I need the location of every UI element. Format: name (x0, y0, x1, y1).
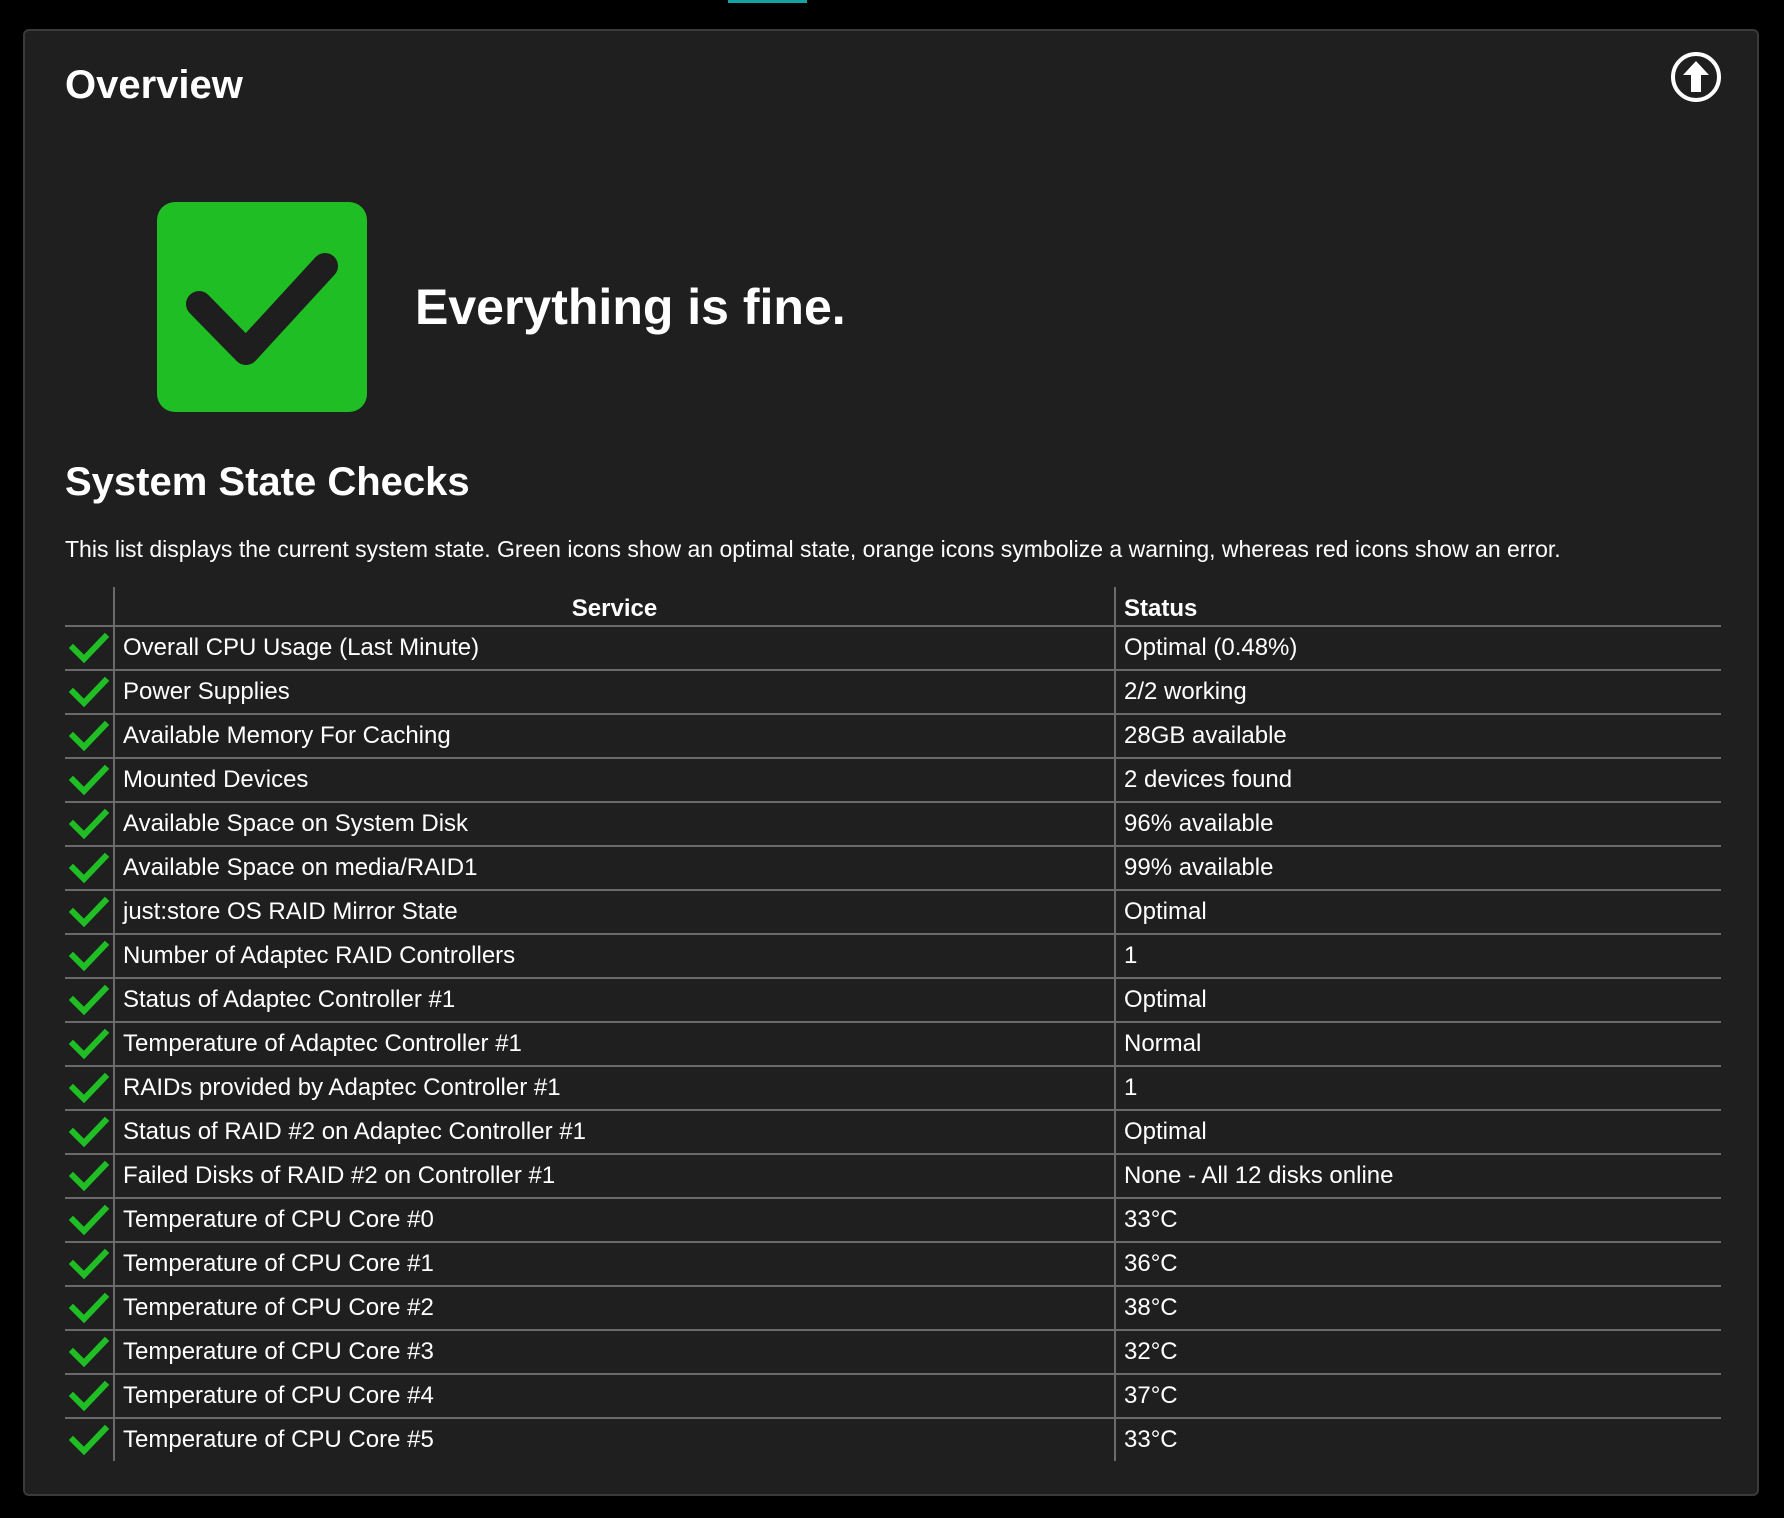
status-column-header: Status (1114, 587, 1721, 627)
status-check-icon (65, 714, 114, 759)
table-header-row: Service Status (65, 587, 1721, 627)
service-cell: Power Supplies (113, 670, 1115, 715)
status-check-icon (65, 1154, 114, 1199)
status-check-icon (65, 934, 114, 979)
table-row: just:store OS RAID Mirror State Optimal (65, 890, 1721, 935)
service-cell: Number of Adaptec RAID Controllers (113, 934, 1115, 979)
table-row: Temperature of CPU Core #5 33°C (65, 1418, 1721, 1461)
service-cell: Available Memory For Caching (113, 714, 1115, 759)
table-row: Available Memory For Caching 28GB availab… (65, 714, 1721, 759)
panel-title: Overview (65, 63, 243, 107)
status-check-icon (65, 1418, 114, 1461)
table-row: Failed Disks of RAID #2 on Controller #1… (65, 1154, 1721, 1199)
service-cell: Temperature of CPU Core #4 (113, 1374, 1115, 1419)
status-check-icon (65, 890, 114, 935)
section-description: This list displays the current system st… (65, 536, 1561, 562)
service-cell: Available Space on media/RAID1 (113, 846, 1115, 891)
state-checkmark-icon (157, 202, 367, 412)
status-check-icon (65, 1330, 114, 1375)
table-row: Status of Adaptec Controller #1 Optimal (65, 978, 1721, 1023)
top-tab-indicator (728, 0, 807, 3)
table-body: Overall CPU Usage (Last Minute) Optimal (… (65, 626, 1721, 1461)
status-cell: Optimal (1114, 1110, 1721, 1155)
table-row: Temperature of Adaptec Controller #1 Norm… (65, 1022, 1721, 1067)
status-check-icon (65, 1110, 114, 1155)
service-cell: Temperature of CPU Core #2 (113, 1286, 1115, 1331)
arrow-up-circle-icon[interactable] (1670, 51, 1722, 103)
service-cell: Failed Disks of RAID #2 on Controller #1 (113, 1154, 1115, 1199)
table-row: Available Space on media/RAID1 99% availa… (65, 846, 1721, 891)
status-cell: Optimal (1114, 890, 1721, 935)
table-row: RAIDs provided by Adaptec Controller #1 1 (65, 1066, 1721, 1111)
service-cell: Temperature of Adaptec Controller #1 (113, 1022, 1115, 1067)
table-row: Temperature of CPU Core #2 38°C (65, 1286, 1721, 1331)
table-row: Power Supplies 2/2 working (65, 670, 1721, 715)
status-cell: None - All 12 disks online (1114, 1154, 1721, 1199)
service-cell: just:store OS RAID Mirror State (113, 890, 1115, 935)
status-cell: 1 (1114, 934, 1721, 979)
table-row: Temperature of CPU Core #4 37°C (65, 1374, 1721, 1419)
service-cell: Temperature of CPU Core #0 (113, 1198, 1115, 1243)
status-check-icon (65, 670, 114, 715)
status-cell: 36°C (1114, 1242, 1721, 1287)
service-cell: Status of RAID #2 on Adaptec Controller … (113, 1110, 1115, 1155)
status-cell: 33°C (1114, 1198, 1721, 1243)
status-cell: Optimal (1114, 978, 1721, 1023)
table-row: Mounted Devices 2 devices found (65, 758, 1721, 803)
status-cell: 96% available (1114, 802, 1721, 847)
status-cell: 99% available (1114, 846, 1721, 891)
service-cell: Temperature of CPU Core #3 (113, 1330, 1115, 1375)
service-cell: Available Space on System Disk (113, 802, 1115, 847)
service-cell: Temperature of CPU Core #1 (113, 1242, 1115, 1287)
status-cell: 38°C (1114, 1286, 1721, 1331)
status-check-icon (65, 802, 114, 847)
status-check-icon (65, 846, 114, 891)
status-check-icon (65, 1198, 114, 1243)
status-cell: Optimal (0.48%) (1114, 626, 1721, 671)
status-check-icon (65, 1066, 114, 1111)
table-row: Available Space on System Disk 96% availa… (65, 802, 1721, 847)
status-check-icon (65, 626, 114, 671)
service-cell: RAIDs provided by Adaptec Controller #1 (113, 1066, 1115, 1111)
status-check-icon (65, 1022, 114, 1067)
status-cell: 2 devices found (1114, 758, 1721, 803)
table-row: Temperature of CPU Core #0 33°C (65, 1198, 1721, 1243)
table-row: Overall CPU Usage (Last Minute) Optimal (… (65, 626, 1721, 671)
status-check-icon (65, 758, 114, 803)
status-cell: 1 (1114, 1066, 1721, 1111)
status-cell: Normal (1114, 1022, 1721, 1067)
table-row: Status of RAID #2 on Adaptec Controller … (65, 1110, 1721, 1155)
service-column-header: Service (113, 587, 1115, 627)
status-cell: 2/2 working (1114, 670, 1721, 715)
service-cell: Temperature of CPU Core #5 (113, 1418, 1115, 1461)
system-checks-table: Service Status Overall CPU Usage (Last M… (65, 587, 1721, 1461)
service-cell: Overall CPU Usage (Last Minute) (113, 626, 1115, 671)
table-row: Number of Adaptec RAID Controllers 1 (65, 934, 1721, 979)
status-check-icon (65, 978, 114, 1023)
status-check-icon (65, 1286, 114, 1331)
table-row: Temperature of CPU Core #1 36°C (65, 1242, 1721, 1287)
overview-panel: Overview Everything is fine. System Stat… (23, 29, 1759, 1496)
status-check-icon (65, 1374, 114, 1419)
status-cell: 32°C (1114, 1330, 1721, 1375)
status-cell: 33°C (1114, 1418, 1721, 1461)
table-row: Temperature of CPU Core #3 32°C (65, 1330, 1721, 1375)
status-cell: 37°C (1114, 1374, 1721, 1419)
status-check-icon (65, 1242, 114, 1287)
service-cell: Mounted Devices (113, 758, 1115, 803)
service-cell: Status of Adaptec Controller #1 (113, 978, 1115, 1023)
status-cell: 28GB available (1114, 714, 1721, 759)
icon-column-header (65, 587, 114, 627)
state-message: Everything is fine. (415, 279, 846, 335)
section-title: System State Checks (65, 460, 470, 504)
